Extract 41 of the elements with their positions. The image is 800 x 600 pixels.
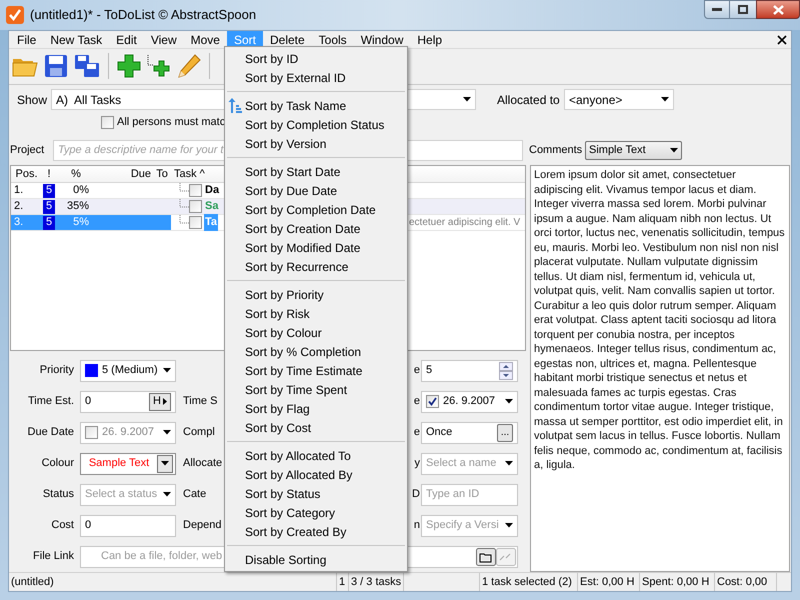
table-cell-text: 2. <box>13 199 24 214</box>
status-text: 3 / 3 tasks <box>351 574 402 590</box>
field-label: Colour <box>40 456 74 472</box>
priority-badge: 5 <box>43 184 55 198</box>
field-label: Cost <box>50 518 74 534</box>
checkbox-label: All persons must matc <box>117 115 226 130</box>
comments-label: Comments <box>529 142 584 158</box>
field-label: n <box>414 519 420 532</box>
field-label: Time S <box>183 395 218 408</box>
field-label: Status <box>42 487 74 502</box>
allocated-to-label: Allocated to <box>497 92 561 109</box>
status-text: Cost: 0,00 <box>717 574 768 590</box>
status-text: (untitled) <box>11 574 54 590</box>
field-label: D <box>412 488 420 500</box>
table-cell-text: 0% <box>72 183 90 198</box>
field-label: Compl <box>183 426 215 438</box>
field-label: Due Date <box>26 425 74 440</box>
field-label: Time Est. <box>26 394 74 410</box>
table-cell-text: 1. <box>13 183 24 198</box>
field-label: Allocate <box>183 457 222 470</box>
field-label: Priority <box>38 363 74 378</box>
field-label: y <box>414 457 420 470</box>
task-comment: ectetuer adipiscing elit. V <box>409 216 520 230</box>
status-text: Spent: 0,00 H <box>642 574 710 590</box>
field-label: File Link <box>32 549 74 564</box>
table-cell-text: 5% <box>72 215 90 230</box>
priority-badge: 5 <box>43 200 55 214</box>
project-label: Project <box>10 142 46 158</box>
show-label: Show <box>17 92 48 109</box>
priority-badge: 5 <box>43 216 55 230</box>
status-text: 1 task selected (2) <box>482 574 572 590</box>
table-cell-text: 3. <box>13 215 24 230</box>
table-cell-text: 35% <box>66 199 90 214</box>
window-title: (untitled1)* - ToDoList © AbstractSpoon <box>30 6 256 24</box>
field-label: e <box>414 395 420 408</box>
status-text: Est: 0,00 H <box>580 574 634 590</box>
field-label: e <box>414 364 420 376</box>
field-label: Depend <box>183 519 222 532</box>
status-text: 1 <box>339 574 346 590</box>
field-label: e <box>414 426 420 438</box>
field-label: Cate <box>183 488 206 500</box>
